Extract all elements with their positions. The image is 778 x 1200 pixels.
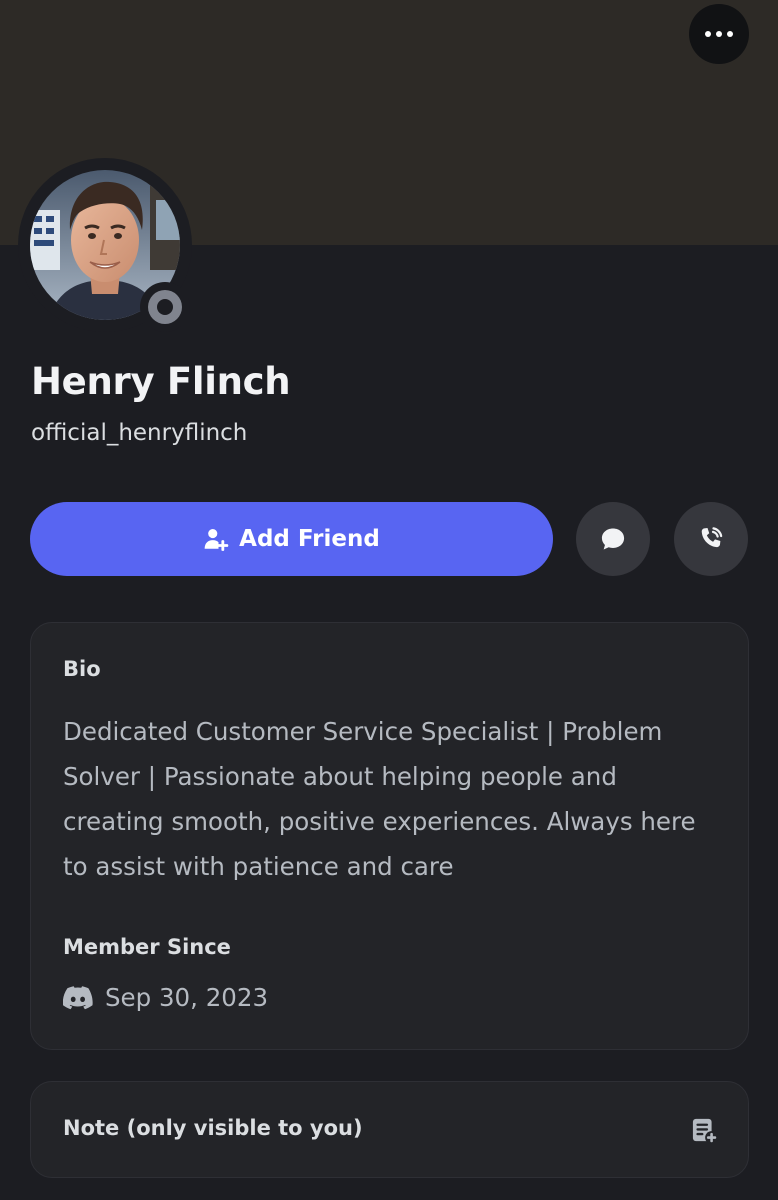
member-since-row: Sep 30, 2023 bbox=[63, 983, 268, 1012]
bio-line: creating smooth, positive experiences. A… bbox=[63, 807, 696, 836]
member-since-date: Sep 30, 2023 bbox=[105, 983, 269, 1012]
bio-heading: Bio bbox=[63, 657, 101, 681]
discord-icon bbox=[63, 985, 93, 1009]
offline-status-icon bbox=[148, 290, 182, 324]
status-indicator bbox=[140, 282, 190, 332]
bio-line: Solver | Passionate about helping people… bbox=[63, 762, 617, 791]
bio-line: to assist with patience and care bbox=[63, 852, 454, 881]
member-since-heading: Member Since bbox=[63, 935, 231, 959]
ellipsis-icon bbox=[705, 31, 711, 37]
add-friend-label: Add Friend bbox=[239, 526, 380, 552]
bio-card: Bio Dedicated Customer Service Specialis… bbox=[30, 622, 749, 1050]
chat-bubble-icon bbox=[601, 528, 625, 550]
phone-call-icon bbox=[701, 527, 723, 548]
message-button[interactable] bbox=[576, 502, 650, 576]
note-card[interactable]: Note (only visible to you) bbox=[30, 1081, 749, 1178]
bio-text: Dedicated Customer Service Specialist | … bbox=[63, 709, 733, 889]
add-friend-button[interactable]: Add Friend bbox=[30, 502, 553, 576]
status-dot-hole bbox=[157, 299, 173, 315]
username: official_henryflinch bbox=[31, 420, 248, 446]
call-button[interactable] bbox=[674, 502, 748, 576]
more-options-button[interactable] bbox=[689, 4, 749, 64]
user-profile: Henry Flinch official_henryflinch Add Fr… bbox=[0, 0, 778, 1200]
note-add-icon[interactable] bbox=[690, 1116, 718, 1144]
ellipsis-dot bbox=[727, 31, 733, 37]
note-label: Note (only visible to you) bbox=[63, 1116, 363, 1140]
ellipsis-dot bbox=[716, 31, 722, 37]
display-name: Henry Flinch bbox=[31, 360, 291, 403]
add-user-icon bbox=[204, 529, 229, 551]
bio-line: Dedicated Customer Service Specialist | … bbox=[63, 717, 663, 746]
